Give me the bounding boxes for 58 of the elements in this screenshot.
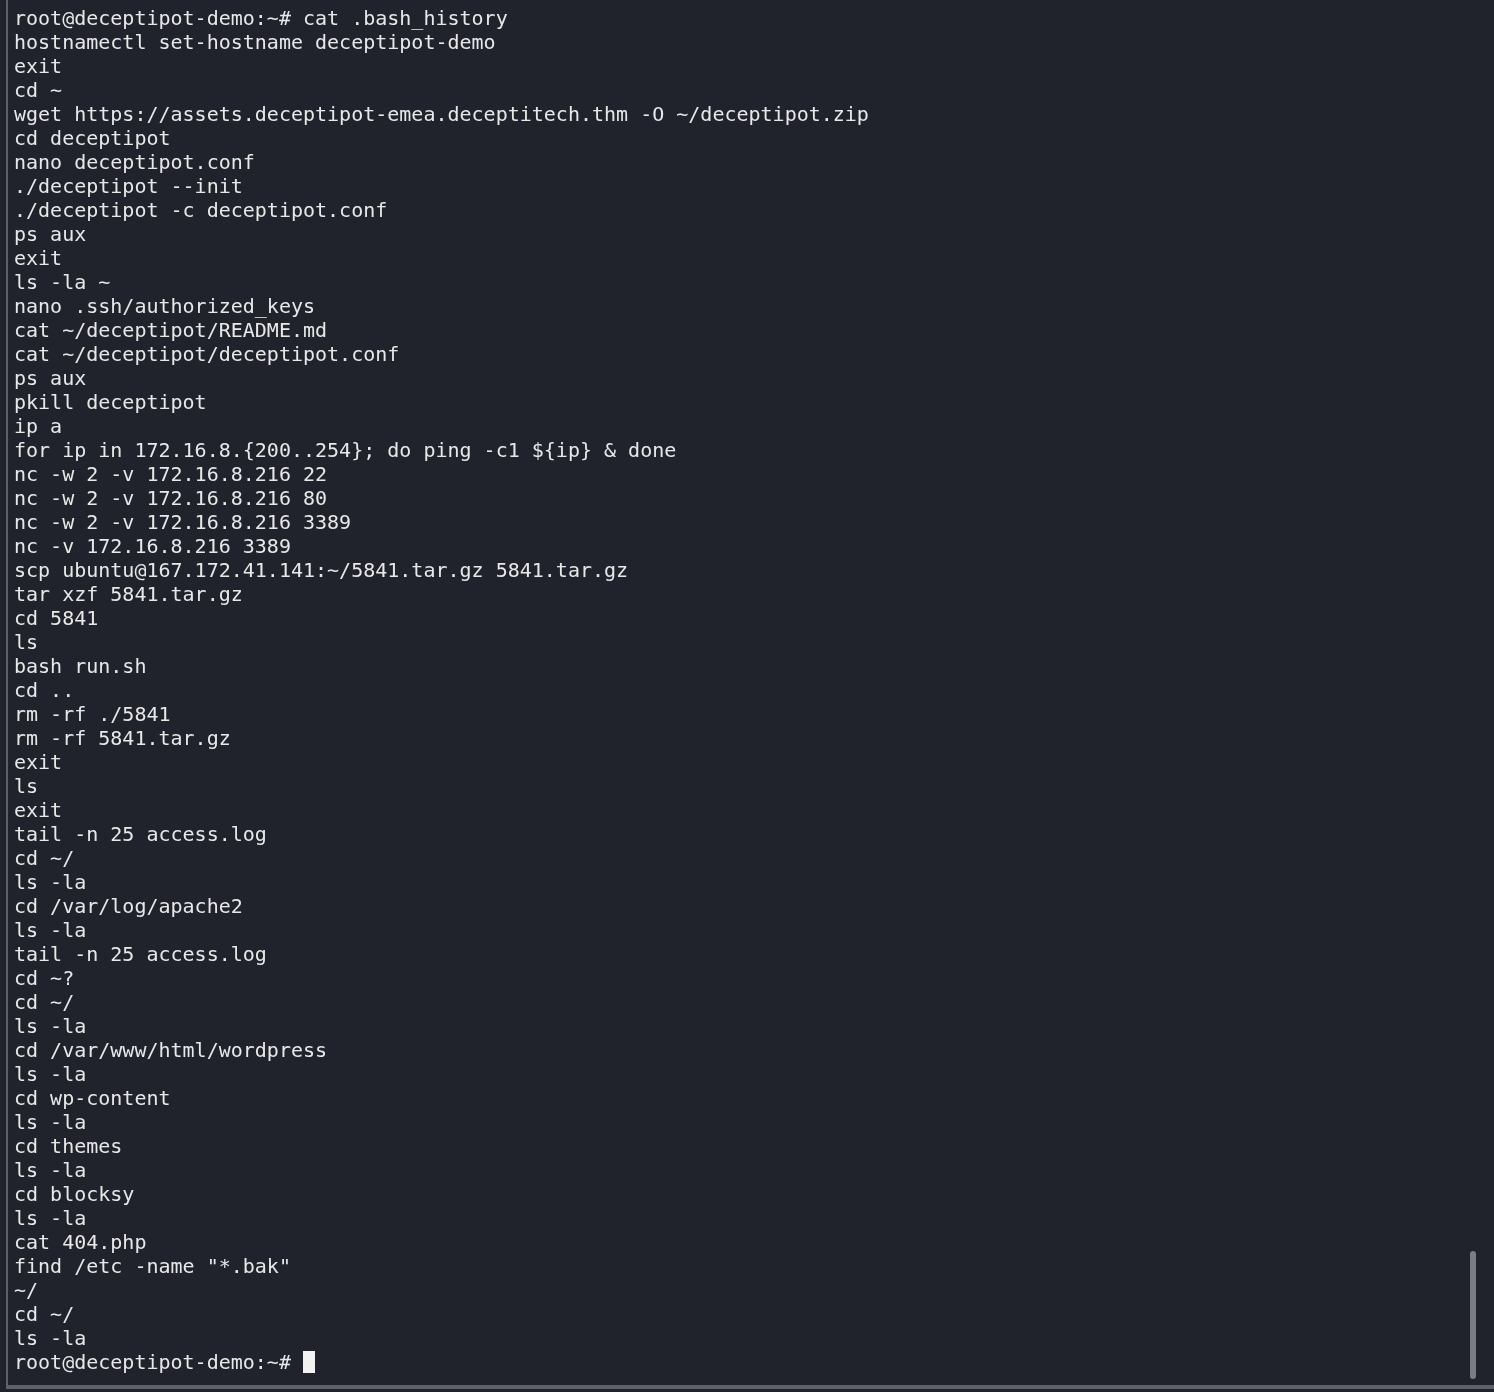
terminal-line: tar xzf 5841.tar.gz: [14, 582, 243, 606]
terminal-line: ps aux: [14, 366, 87, 390]
terminal-line: exit: [14, 798, 63, 822]
terminal-line: ls -la: [14, 1158, 87, 1182]
terminal-line: nc -v 172.16.8.216 3389: [14, 534, 291, 558]
terminal-line: ~/: [14, 1278, 39, 1302]
terminal-line: cd ~: [14, 78, 63, 102]
terminal-line: exit: [14, 246, 63, 270]
terminal-line: ./deceptipot -c deceptipot.conf: [14, 198, 388, 222]
terminal-line: ls: [14, 774, 39, 798]
terminal-line: find /etc -name "*.bak": [14, 1254, 291, 1278]
terminal-line: hostnamectl set-hostname deceptipot-demo: [14, 30, 496, 54]
terminal-line: cd ~/: [14, 1302, 75, 1326]
terminal-line: nano deceptipot.conf: [14, 150, 255, 174]
terminal-line: ls -la: [14, 1206, 87, 1230]
terminal-line: bash run.sh: [14, 654, 147, 678]
terminal-line: cd themes: [14, 1134, 123, 1158]
terminal-line: ls -la ~: [14, 270, 111, 294]
terminal-line: cd /var/log/apache2: [14, 894, 243, 918]
terminal-line: cat ~/deceptipot/deceptipot.conf: [14, 342, 400, 366]
terminal-line: ls -la: [14, 1110, 87, 1134]
terminal-line: tail -n 25 access.log: [14, 822, 267, 846]
terminal-line: pkill deceptipot: [14, 390, 207, 414]
terminal-line: ls -la: [14, 1326, 87, 1350]
terminal-line: cd ..: [14, 678, 75, 702]
terminal-line: cat ~/deceptipot/README.md: [14, 318, 328, 342]
terminal-line: nc -w 2 -v 172.16.8.216 80: [14, 486, 328, 510]
terminal-line: root@deceptipot-demo:~# cat .bash_history: [14, 6, 508, 30]
terminal-line: nc -w 2 -v 172.16.8.216 3389: [14, 510, 352, 534]
terminal-line: exit: [14, 54, 63, 78]
terminal-line: cd blocksy: [14, 1182, 135, 1206]
terminal-line: tail -n 25 access.log: [14, 942, 267, 966]
terminal-line: cd deceptipot: [14, 126, 171, 150]
terminal-line: rm -rf 5841.tar.gz: [14, 726, 231, 750]
terminal-line: nc -w 2 -v 172.16.8.216 22: [14, 462, 328, 486]
terminal-line: ./deceptipot --init: [14, 174, 243, 198]
terminal-line: nano .ssh/authorized_keys: [14, 294, 316, 318]
terminal-line: exit: [14, 750, 63, 774]
terminal-line: cd ~?: [14, 966, 75, 990]
terminal-line: ls -la: [14, 918, 87, 942]
terminal-line: ls -la: [14, 870, 87, 894]
shell-prompt: root@deceptipot-demo:~#: [14, 1350, 291, 1374]
terminal-line: cd wp-content: [14, 1086, 171, 1110]
terminal-line: cd /var/www/html/wordpress: [14, 1038, 328, 1062]
terminal-line: cd ~/: [14, 846, 75, 870]
terminal-line: cat 404.php: [14, 1230, 147, 1254]
terminal-line: ip a: [14, 414, 63, 438]
terminal-line: ls: [14, 630, 39, 654]
terminal-line: scp ubuntu@167.172.41.141:~/5841.tar.gz 5841.tar.gz: [14, 558, 629, 582]
terminal-line: cd ~/: [14, 990, 75, 1014]
terminal-line: ls -la: [14, 1062, 87, 1086]
terminal-line: ls -la: [14, 1014, 87, 1038]
terminal-line: for ip in 172.16.8.{200..254}; do ping -c1 ${ip} & done: [14, 438, 677, 462]
scrollbar-thumb[interactable]: [1470, 1251, 1476, 1379]
terminal-line: cd 5841: [14, 606, 99, 630]
terminal-line: rm -rf ./5841: [14, 702, 171, 726]
terminal-line: ps aux: [14, 222, 87, 246]
terminal-line: wget https://assets.deceptipot-emea.deceptitech.thm -O ~/deceptipot.zip: [14, 102, 869, 126]
